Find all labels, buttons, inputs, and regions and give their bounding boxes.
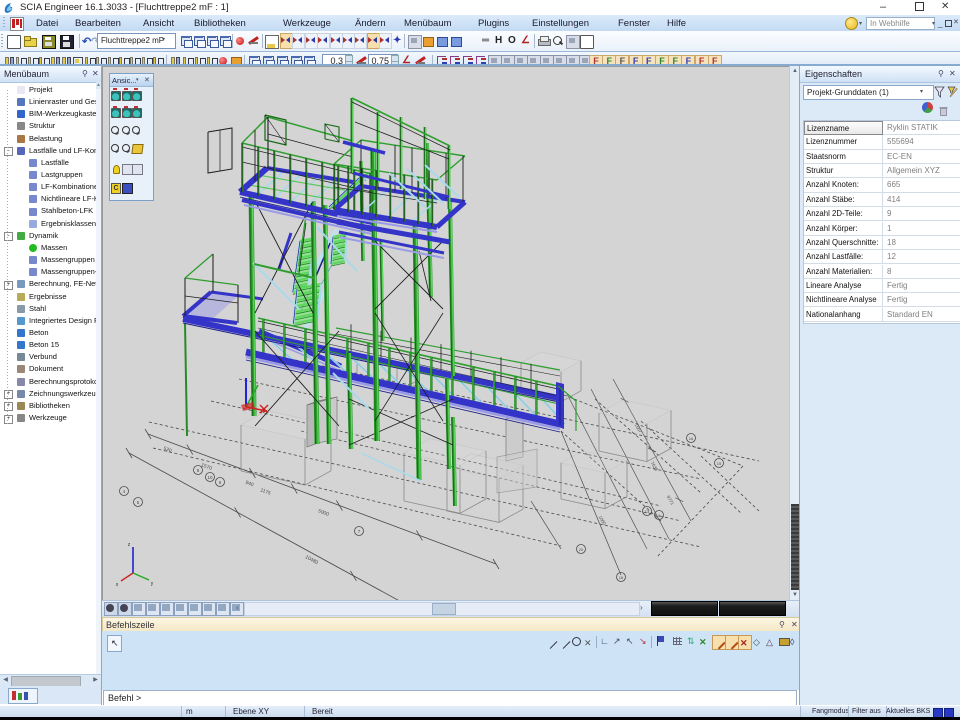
svg-text:z: z	[128, 542, 131, 548]
svg-text:1060: 1060	[598, 515, 608, 527]
svg-text:1570: 1570	[200, 462, 213, 472]
svg-text:y: y	[151, 581, 154, 587]
svg-text:940: 940	[244, 480, 254, 489]
svg-text:13: 13	[645, 509, 650, 514]
svg-text:10: 10	[207, 475, 213, 480]
svg-text:x: x	[116, 582, 119, 588]
svg-text:1175: 1175	[259, 487, 271, 497]
svg-text:8: 8	[197, 468, 200, 473]
svg-text:1567: 1567	[634, 423, 644, 435]
svg-text:4: 4	[123, 489, 126, 494]
svg-text:5000: 5000	[317, 508, 330, 518]
svg-text:4: 4	[658, 513, 661, 518]
svg-text:520: 520	[162, 446, 172, 455]
svg-text:16: 16	[689, 436, 694, 441]
svg-text:9771: 9771	[666, 495, 676, 507]
svg-text:7638: 7638	[650, 461, 660, 473]
svg-text:6: 6	[219, 480, 222, 485]
svg-text:16: 16	[619, 575, 624, 580]
svg-text:5: 5	[137, 500, 140, 505]
svg-text:20: 20	[579, 547, 584, 552]
svg-text:15: 15	[717, 461, 722, 466]
svg-text:7: 7	[358, 529, 361, 534]
